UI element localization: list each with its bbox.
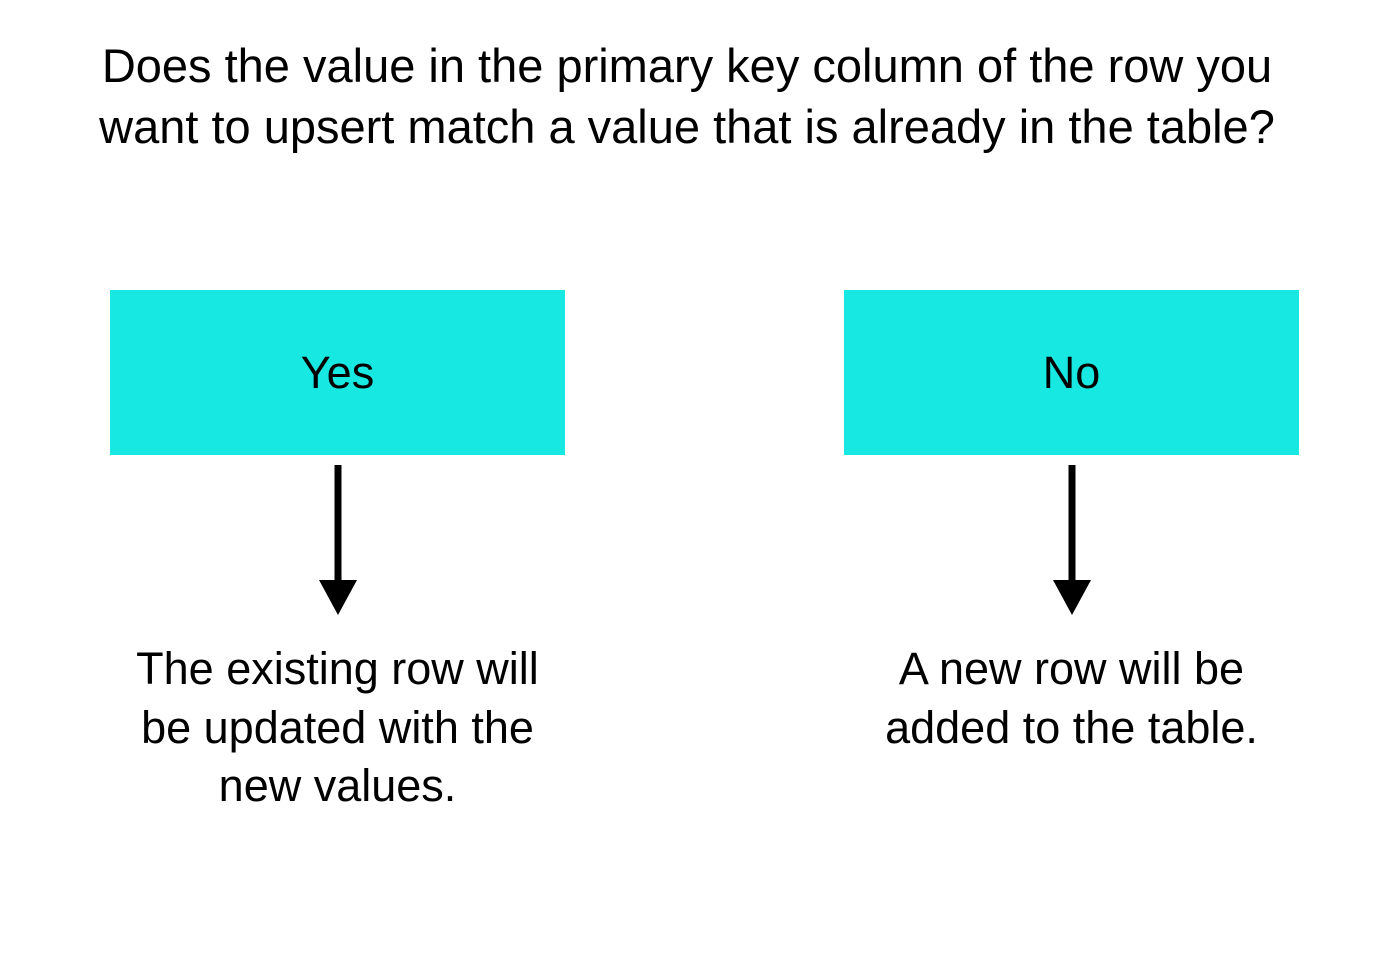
yes-choice-box: Yes bbox=[110, 290, 565, 455]
yes-result-text: The existing row will be updated with th… bbox=[108, 640, 568, 816]
yes-arrow bbox=[308, 465, 368, 620]
branches-container: Yes The existing row will be updated wit… bbox=[0, 290, 1374, 816]
no-choice-box: No bbox=[844, 290, 1299, 455]
no-result-text: A new row will be added to the table. bbox=[862, 640, 1282, 757]
question-text: Does the value in the primary key column… bbox=[87, 35, 1287, 157]
no-branch: No A new row will be added to the table. bbox=[844, 290, 1299, 816]
no-arrow bbox=[1042, 465, 1102, 620]
yes-label: Yes bbox=[301, 347, 374, 399]
no-label: No bbox=[1043, 347, 1101, 399]
yes-branch: Yes The existing row will be updated wit… bbox=[75, 290, 600, 816]
